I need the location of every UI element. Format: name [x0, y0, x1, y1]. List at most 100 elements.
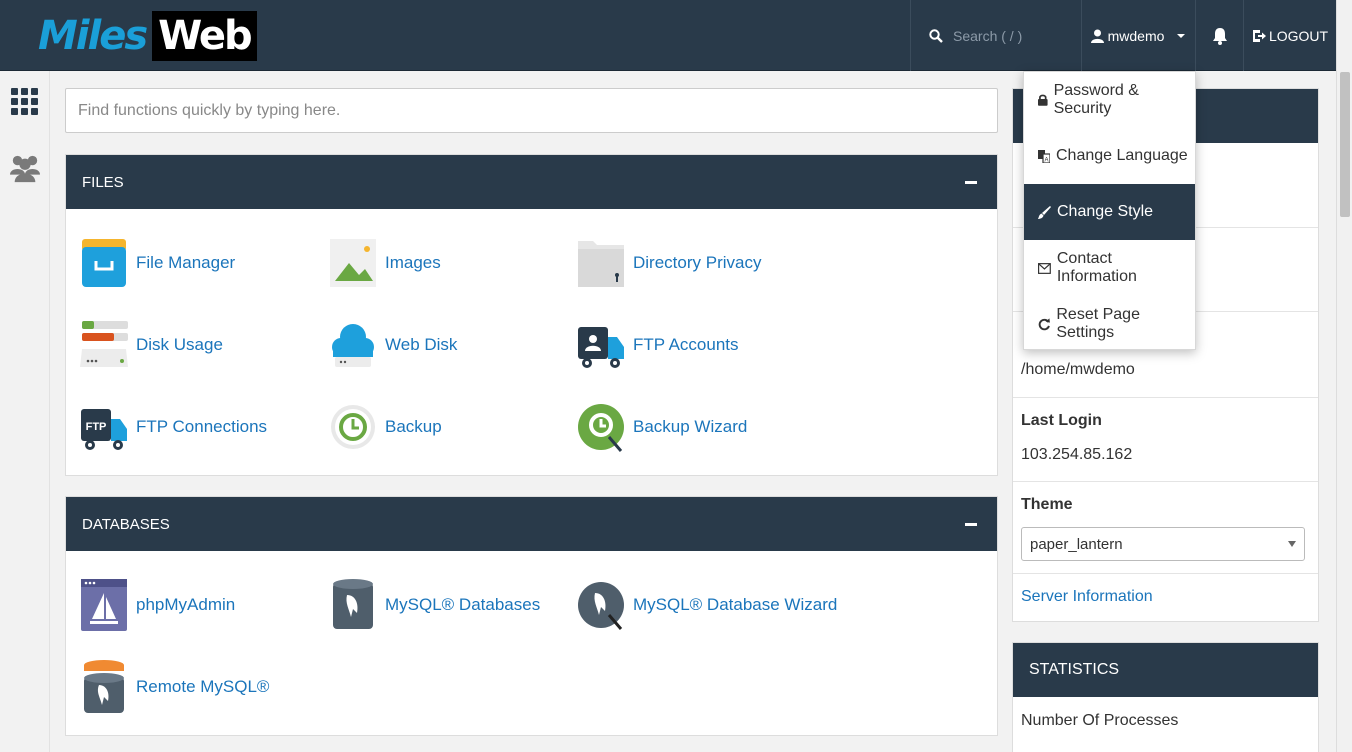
select-arrow-icon	[1288, 541, 1296, 547]
notifications-button[interactable]	[1196, 0, 1244, 71]
folder-lock-icon	[577, 235, 625, 291]
collapse-icon[interactable]	[965, 522, 977, 526]
mysql-database-wizard-link[interactable]: MySQL® Database Wizard	[577, 577, 837, 633]
ftp-accounts-label: FTP Accounts	[633, 335, 739, 354]
ftp-truck-user-icon	[577, 317, 625, 373]
theme-label: Theme	[1021, 496, 1073, 513]
left-rail	[0, 71, 50, 752]
remote-mysql-icon	[80, 659, 128, 715]
ftp-connections-label: FTP Connections	[136, 417, 268, 436]
theme-select-value: paper_lantern	[1030, 535, 1123, 553]
username-label: mwdemo	[1107, 27, 1165, 44]
last-login-label: Last Login	[1021, 412, 1102, 429]
disk-usage-label: Disk Usage	[136, 335, 223, 354]
remote-mysql-label: Remote MySQL®	[136, 677, 270, 696]
change-style-label: Change Style	[1057, 203, 1154, 220]
server-information-link[interactable]: Server Information	[1021, 588, 1153, 606]
user-icon	[1090, 29, 1104, 43]
home-directory-value: /home/mwdemo	[1021, 361, 1135, 378]
images-label: Images	[385, 253, 441, 272]
ftp-truck-icon: FTP	[80, 399, 128, 455]
backup-wizard-icon	[577, 399, 625, 455]
logout-button[interactable]: LOGOUT	[1244, 0, 1336, 71]
search-icon	[929, 28, 943, 43]
caret-down-icon	[1177, 33, 1186, 38]
image-icon	[329, 235, 377, 291]
files-panel: FILES File Manager Images Directory Priv…	[65, 154, 998, 476]
file-manager-icon	[80, 235, 128, 291]
backup-clock-icon	[329, 399, 377, 455]
phpmyadmin-label: phpMyAdmin	[136, 595, 236, 614]
top-search[interactable]: Search ( / )	[910, 0, 1080, 71]
change-style-item[interactable]: Change Style	[1024, 184, 1195, 240]
statistics-panel: STATISTICS Number Of Processes	[1012, 642, 1319, 752]
files-panel-title: FILES	[82, 173, 124, 191]
backup-wizard-label: Backup Wizard	[633, 417, 748, 436]
password-security-item[interactable]: Password & Security	[1024, 72, 1195, 128]
scrollbar-thumb[interactable]	[1340, 72, 1350, 217]
backup-wizard-link[interactable]: Backup Wizard	[577, 399, 747, 455]
collapse-icon[interactable]	[965, 180, 977, 184]
logo-text-web: Web	[152, 11, 257, 61]
contact-information-item[interactable]: Contact Information	[1024, 240, 1195, 296]
theme-row: Theme paper_lantern	[1013, 481, 1318, 573]
svg-text:A: A	[1044, 157, 1048, 163]
mysql-database-icon	[329, 577, 377, 633]
reset-page-settings-item[interactable]: Reset Page Settings	[1024, 296, 1195, 352]
users-icon[interactable]	[10, 153, 40, 183]
page-scrollbar[interactable]	[1336, 0, 1352, 752]
lock-icon	[1038, 94, 1048, 106]
logout-icon	[1252, 29, 1266, 42]
mysql-databases-label: MySQL® Databases	[385, 595, 541, 614]
user-dropdown-menu: Password & Security A Change Language Ch…	[1023, 71, 1196, 350]
disk-usage-link[interactable]: Disk Usage	[80, 317, 223, 373]
change-language-label: Change Language	[1056, 147, 1188, 164]
backup-link[interactable]: Backup	[329, 399, 442, 455]
brand-logo[interactable]: Miles Web	[38, 6, 257, 66]
last-login-value: 103.254.85.162	[1021, 446, 1133, 463]
statistics-header: STATISTICS	[1013, 643, 1318, 697]
files-panel-header[interactable]: FILES	[66, 155, 997, 209]
theme-select[interactable]: paper_lantern	[1021, 527, 1305, 561]
directory-privacy-label: Directory Privacy	[633, 253, 762, 272]
databases-panel-header[interactable]: DATABASES	[66, 497, 997, 551]
file-manager-label: File Manager	[136, 253, 236, 272]
web-disk-label: Web Disk	[385, 335, 458, 354]
logo-text-miles: Miles	[38, 13, 148, 59]
envelope-icon	[1038, 262, 1051, 274]
backup-label: Backup	[385, 417, 442, 436]
databases-panel-title: DATABASES	[82, 515, 170, 533]
number-of-processes-label: Number Of Processes	[1021, 712, 1179, 729]
phpmyadmin-icon	[80, 577, 128, 633]
databases-panel: DATABASES phpMyAdmin MySQL® Databases My…	[65, 496, 998, 736]
mysql-database-wizard-label: MySQL® Database Wizard	[633, 595, 838, 614]
statistics-title: STATISTICS	[1029, 661, 1120, 678]
quick-find-input[interactable]	[65, 88, 998, 133]
remote-mysql-link[interactable]: Remote MySQL®	[80, 659, 269, 715]
reset-page-settings-label: Reset Page Settings	[1056, 306, 1140, 341]
file-manager-link[interactable]: File Manager	[80, 235, 235, 291]
disk-usage-icon	[80, 317, 128, 373]
contact-information-label: Contact Information	[1056, 250, 1137, 285]
change-language-item[interactable]: A Change Language	[1024, 128, 1195, 184]
svg-text:FTP: FTP	[86, 421, 107, 433]
user-menu-toggle[interactable]: mwdemo	[1081, 0, 1196, 71]
ftp-connections-link[interactable]: FTP FTP Connections	[80, 399, 267, 455]
last-login-row: Last Login 103.254.85.162	[1013, 397, 1318, 481]
phpmyadmin-link[interactable]: phpMyAdmin	[80, 577, 235, 633]
server-info-row: Server Information	[1013, 573, 1318, 621]
images-link[interactable]: Images	[329, 235, 441, 291]
mysql-wizard-icon	[577, 577, 625, 633]
brush-icon	[1038, 205, 1051, 219]
top-search-placeholder: Search ( / )	[953, 27, 1023, 44]
web-disk-link[interactable]: Web Disk	[329, 317, 457, 373]
cloud-drive-icon	[329, 317, 377, 373]
refresh-icon	[1038, 317, 1050, 330]
ftp-accounts-link[interactable]: FTP Accounts	[577, 317, 739, 373]
mysql-databases-link[interactable]: MySQL® Databases	[329, 577, 540, 633]
grid-icon[interactable]	[10, 87, 40, 117]
bell-icon	[1212, 27, 1227, 45]
top-bar: Miles Web Search ( / ) mwdemo LOGOUT	[0, 0, 1336, 71]
password-security-label: Password & Security	[1053, 82, 1139, 117]
directory-privacy-link[interactable]: Directory Privacy	[577, 235, 761, 291]
